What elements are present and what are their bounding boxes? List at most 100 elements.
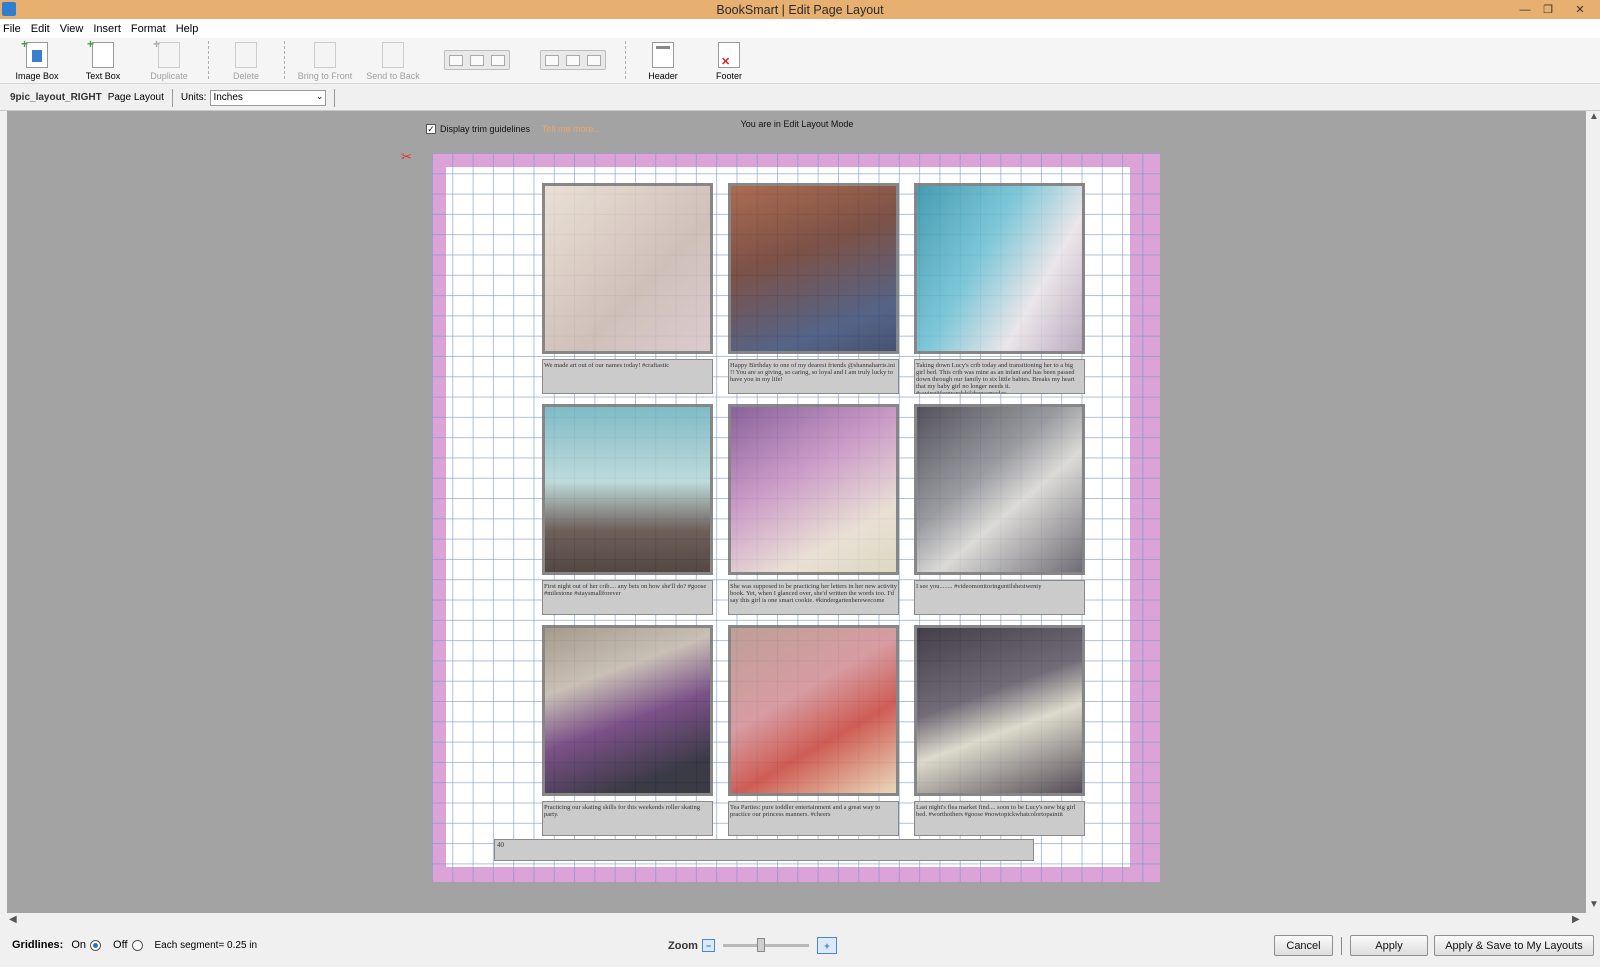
title-bar: BookSmart | Edit Page Layout — ❐ ✕ [0, 0, 1600, 19]
duplicate-icon: + [153, 37, 180, 68]
page-number-box[interactable]: 40 [494, 839, 1034, 861]
units-label: Units: [180, 92, 207, 103]
menu-file[interactable]: File [3, 23, 21, 35]
app-icon [2, 2, 16, 16]
apply-button[interactable]: Apply [1350, 935, 1428, 956]
toolbar: + Image Box + Text Box + Duplicate Delet… [0, 37, 1600, 84]
toolbar-divider [208, 41, 209, 79]
image-box-label: Image Box [15, 71, 59, 81]
menu-format[interactable]: Format [131, 23, 166, 35]
caption-box[interactable]: She was supposed to be practicing her le… [728, 580, 899, 615]
bottom-bar: Gridlines: On Off Each segment= 0.25 in … [0, 927, 1600, 967]
options-bar: 9pic_layout_RIGHT Page Layout Units: Inc… [0, 85, 1600, 111]
gridlines-on-radio[interactable] [90, 939, 102, 951]
zoom-out-icon[interactable]: − [701, 939, 715, 952]
scissors-icon: ✂ [401, 149, 412, 164]
apply-save-button[interactable]: Apply & Save to My Layouts [1434, 935, 1594, 956]
menu-bar: File Edit View Insert Format Help [0, 19, 1600, 38]
text-box-label: Text Box [85, 71, 121, 81]
bring-to-front-button[interactable]: Bring to Front [293, 40, 357, 82]
scroll-down-icon[interactable]: ▼ [1589, 899, 1599, 910]
scroll-left-icon[interactable]: ◀ [9, 914, 17, 925]
horizontal-align-group[interactable] [540, 50, 606, 70]
send-to-back-label: Send to Back [366, 71, 420, 81]
delete-label: Delete [232, 71, 259, 81]
image-box-icon: + [21, 37, 48, 68]
image-box-button[interactable]: + Image Box [8, 37, 66, 82]
caption-box[interactable]: I see you........ #videomonitoringuntils… [914, 580, 1085, 615]
header-label: Header [648, 71, 678, 81]
header-icon [652, 42, 674, 68]
horizontal-scrollbar[interactable]: ◀ ▶ [7, 913, 1586, 927]
bring-to-front-label: Bring to Front [297, 71, 353, 81]
layout-type: Page Layout [107, 92, 164, 103]
toolbar-divider [284, 41, 285, 79]
page[interactable]: We made art out of our names today! #cra… [432, 153, 1160, 882]
send-to-back-button[interactable]: Send to Back [361, 40, 425, 82]
trim-label: Display trim guidelines [440, 124, 531, 134]
gridlines-on-label: On [71, 939, 87, 951]
text-box-icon: + [87, 37, 114, 68]
caption-box[interactable]: We made art out of our names today! #cra… [542, 359, 713, 394]
units-select[interactable]: Inches ⌄ [210, 89, 327, 106]
caption-box[interactable]: First night out of her crib.... any bets… [542, 580, 713, 615]
image-box[interactable] [542, 404, 713, 575]
duplicate-label: Duplicate [150, 71, 188, 81]
divider [334, 88, 336, 107]
caption-box[interactable]: Last night's flea market find.... soon t… [914, 801, 1085, 836]
zoom-slider[interactable] [722, 938, 809, 952]
caption-box[interactable]: Practicing our skating skills for this w… [542, 801, 713, 836]
caption-box[interactable]: Tea Parties: pure toddler entertainment … [728, 801, 899, 836]
image-box[interactable] [914, 404, 1085, 575]
caption-box[interactable]: Taking down Lucy's crib today and transi… [914, 359, 1085, 394]
vertical-scrollbar[interactable]: ▲ ▼ [1586, 111, 1600, 913]
send-to-back-icon [382, 42, 404, 68]
window-title: BookSmart | Edit Page Layout [716, 2, 884, 17]
bring-to-front-icon [314, 42, 336, 68]
footer-label: Footer [715, 71, 742, 81]
menu-edit[interactable]: Edit [31, 23, 50, 35]
menu-help[interactable]: Help [176, 23, 199, 35]
vertical-align-group[interactable] [444, 50, 510, 70]
gridlines-off-radio[interactable] [131, 939, 143, 951]
header-button[interactable]: Header [634, 40, 692, 82]
image-box[interactable] [542, 625, 713, 796]
units-value: Inches [213, 92, 243, 103]
divider [1341, 937, 1342, 955]
menu-insert[interactable]: Insert [93, 23, 121, 35]
scroll-up-icon[interactable]: ▲ [1589, 111, 1599, 122]
tell-me-more-link[interactable]: Tell me more... [542, 124, 601, 134]
zoom-slider-thumb[interactable] [756, 938, 765, 952]
image-box[interactable] [728, 183, 899, 354]
layout-name: 9pic_layout_RIGHT [10, 92, 102, 103]
divider [171, 88, 173, 107]
close-button[interactable]: ✕ [1560, 0, 1600, 19]
caption-box[interactable]: Happy Birthday to one of my dearest frie… [728, 359, 899, 394]
delete-button[interactable]: Delete [217, 40, 275, 82]
image-box[interactable] [728, 625, 899, 796]
image-box[interactable] [542, 183, 713, 354]
delete-icon [235, 42, 257, 68]
text-box-button[interactable]: + Text Box [74, 37, 132, 82]
image-box[interactable] [914, 625, 1085, 796]
menu-view[interactable]: View [60, 23, 84, 35]
layout-canvas[interactable]: ✓ Display trim guidelines Tell me more..… [7, 111, 1586, 913]
zoom-control: Zoom − + [668, 937, 841, 954]
restore-button[interactable]: ❐ [1537, 0, 1559, 19]
gridlines-off-label: Off [113, 939, 128, 951]
image-box[interactable] [914, 183, 1085, 354]
trim-guidelines-toggle[interactable]: ✓ Display trim guidelines Tell me more..… [426, 124, 601, 134]
image-box[interactable] [728, 404, 899, 575]
mode-indicator: You are in Edit Layout Mode [740, 119, 854, 129]
cancel-button[interactable]: Cancel [1274, 935, 1333, 956]
zoom-in-icon[interactable]: + [816, 937, 837, 954]
scroll-right-icon[interactable]: ▶ [1572, 914, 1580, 925]
chevron-down-icon: ⌄ [315, 90, 324, 101]
duplicate-button[interactable]: + Duplicate [140, 37, 198, 82]
minimize-button[interactable]: — [1514, 0, 1536, 19]
footer-icon: ✕ [718, 42, 740, 68]
toolbar-divider [625, 41, 626, 79]
footer-button[interactable]: ✕ Footer [700, 40, 758, 82]
trim-checkbox[interactable]: ✓ [426, 124, 436, 134]
gridlines-control: Gridlines: On Off Each segment= 0.25 in [12, 939, 257, 951]
